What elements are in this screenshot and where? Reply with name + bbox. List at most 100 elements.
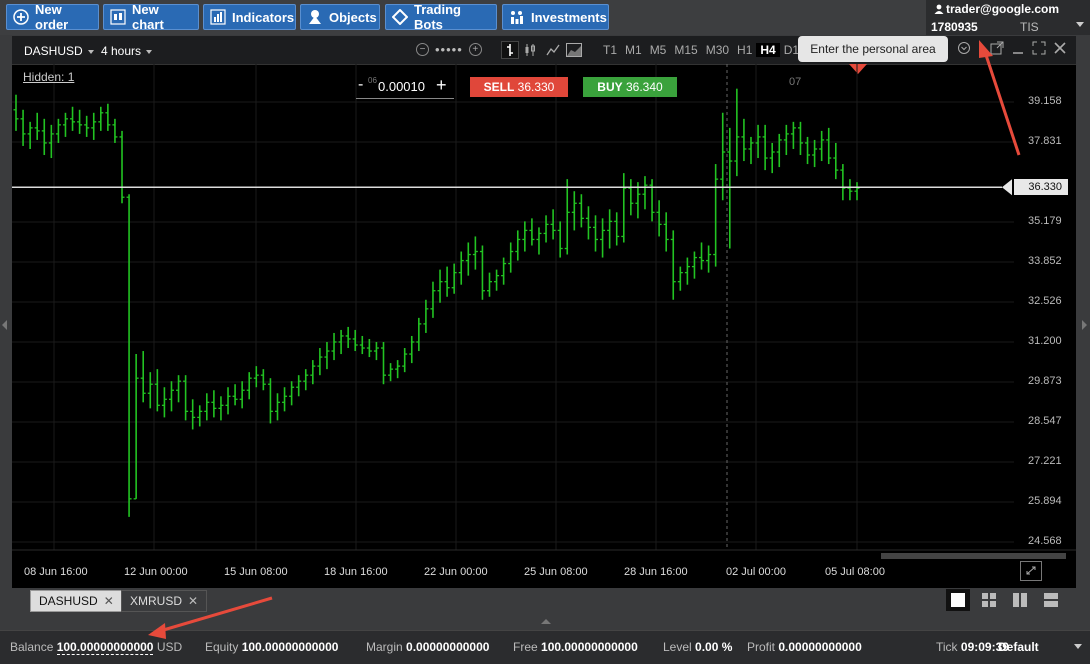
- new-order-button[interactable]: New order: [6, 2, 99, 32]
- ohlc-bar: [211, 390, 217, 418]
- ohlc-bar: [324, 341, 330, 370]
- chart-tab-xmrusd[interactable]: XMRUSD ✕: [121, 590, 208, 612]
- x-axis-label: 02 Jul 00:00: [726, 566, 786, 578]
- ohlc-bar: [84, 115, 90, 137]
- zoom-out-icon[interactable]: −: [416, 43, 429, 56]
- layout-single-icon[interactable]: [946, 589, 970, 611]
- area-type-icon[interactable]: [565, 41, 583, 59]
- close-icon[interactable]: [1054, 41, 1066, 58]
- chevron-down-icon[interactable]: [1074, 644, 1082, 649]
- collapse-left-icon[interactable]: [2, 320, 7, 330]
- ohlc-bar: [607, 209, 613, 249]
- y-axis-label: 33.852: [1028, 255, 1062, 268]
- user-account-box[interactable]: trader@google.com 1780935 TIS: [926, 0, 1090, 35]
- close-tab-icon[interactable]: ✕: [188, 594, 198, 608]
- equity-value: 100.00000000000: [241, 640, 339, 654]
- new-chart-button[interactable]: New chart: [103, 2, 199, 32]
- line-type-icon[interactable]: [544, 41, 562, 59]
- period-m5[interactable]: M5: [646, 43, 671, 57]
- ohlc-bar: [41, 118, 47, 156]
- level-value: 0.00 %: [695, 640, 733, 654]
- zoom-in-icon[interactable]: +: [468, 43, 482, 56]
- user-icon: [934, 4, 944, 14]
- investments-button[interactable]: Investments: [502, 4, 609, 30]
- layout-columns-icon[interactable]: [1008, 589, 1032, 611]
- ohlc-bar: [797, 121, 803, 156]
- ohlc-bar: [409, 335, 415, 364]
- server-name: TIS: [1020, 20, 1039, 34]
- timeframe-selector[interactable]: 4 hours: [101, 44, 153, 58]
- layout-rows-icon[interactable]: [1039, 589, 1063, 611]
- period-m15[interactable]: M15: [670, 43, 701, 57]
- period-m1[interactable]: M1: [621, 43, 646, 57]
- chart-tab-dashusd[interactable]: DASHUSD ✕: [30, 590, 123, 612]
- ohlc-bar: [487, 272, 493, 297]
- sell-price: 36.330: [517, 80, 555, 94]
- equity-field: Equity 100.00000000000: [205, 640, 339, 654]
- y-axis-label: 39.158: [1028, 95, 1062, 107]
- ohlc-bar: [77, 109, 83, 134]
- account-dropdown-icon[interactable]: [1076, 22, 1084, 27]
- fit-chart-icon[interactable]: [1020, 561, 1042, 581]
- ohlc-bar: [402, 348, 408, 373]
- chart-scrollbar[interactable]: [881, 553, 1066, 559]
- lot-exponent: 06: [368, 76, 377, 85]
- price-chart[interactable]: [12, 64, 1076, 588]
- lot-size-input[interactable]: 0.00010: [378, 79, 425, 94]
- ohlc-bar: [819, 130, 825, 162]
- ohlc-bar: [161, 387, 167, 418]
- ohlc-bar: [232, 384, 238, 406]
- expand-panel-icon[interactable]: [541, 619, 551, 624]
- collapse-right-icon[interactable]: [1082, 320, 1087, 330]
- ohlc-bar: [34, 112, 40, 140]
- margin-value: 0.00000000000: [406, 640, 490, 654]
- ohlc-bar: [783, 124, 789, 156]
- ohlc-bar: [331, 332, 337, 361]
- popout-icon[interactable]: [990, 41, 1004, 58]
- sell-button[interactable]: SELL 36.330: [470, 77, 568, 97]
- profit-field: Profit 0.00000000000: [747, 640, 862, 654]
- y-axis-label: 32.526: [1028, 295, 1062, 307]
- period-m30[interactable]: M30: [702, 43, 733, 57]
- ohlc-bar: [126, 194, 132, 517]
- ohlc-bar: [289, 381, 295, 406]
- ohlc-bar: [430, 281, 436, 318]
- close-tab-icon[interactable]: ✕: [104, 594, 114, 608]
- ohlc-bar: [769, 142, 775, 174]
- buy-button[interactable]: BUY 36.340: [583, 77, 677, 97]
- minimize-icon[interactable]: [1012, 41, 1024, 58]
- indicators-button[interactable]: Indicators: [203, 4, 296, 30]
- period-h1[interactable]: H1: [733, 43, 756, 57]
- ohlc-bar: [359, 335, 365, 355]
- symbol-selector[interactable]: DASHUSD: [24, 44, 94, 58]
- ohlc-bar: [197, 405, 203, 427]
- y-axis-label: 25.894: [1028, 495, 1062, 507]
- ohlc-bar: [13, 94, 19, 131]
- new-order-label: New order: [35, 2, 69, 32]
- settings-circle-icon[interactable]: [957, 41, 971, 58]
- profile-selector[interactable]: Default: [998, 640, 1039, 654]
- objects-button[interactable]: Objects: [300, 4, 380, 30]
- ohlc-bar: [465, 242, 471, 276]
- free-value: 100.00000000000: [541, 640, 638, 654]
- period-h4[interactable]: H4: [756, 43, 780, 57]
- lot-decrease-button[interactable]: -: [358, 76, 363, 94]
- period-t1[interactable]: T1: [599, 43, 621, 57]
- candlestick-type-icon[interactable]: [521, 41, 539, 59]
- user-email: trader@google.com: [934, 2, 1059, 16]
- current-price-tag: 36.330: [1014, 179, 1068, 196]
- maximize-icon[interactable]: [1032, 41, 1046, 58]
- layout-grid-icon[interactable]: [977, 589, 1001, 611]
- zoom-level-dots: •••••: [435, 42, 463, 57]
- hidden-objects-label[interactable]: Hidden: 1: [23, 70, 74, 84]
- trading-bots-button[interactable]: Trading Bots: [385, 2, 497, 32]
- lot-increase-button[interactable]: +: [436, 75, 447, 96]
- chart-window: DASHUSD 4 hours − ••••• + T1 M1 M5 M15 M…: [12, 36, 1076, 588]
- ohlc-bar: [225, 387, 231, 415]
- bar-chart-type-icon[interactable]: [501, 41, 519, 59]
- ohlc-bar: [649, 179, 655, 222]
- ohlc-bar: [20, 109, 26, 146]
- ohlc-bar: [458, 251, 464, 285]
- balance-value[interactable]: 100.00000000000: [56, 640, 154, 655]
- ohlc-bar: [508, 242, 514, 273]
